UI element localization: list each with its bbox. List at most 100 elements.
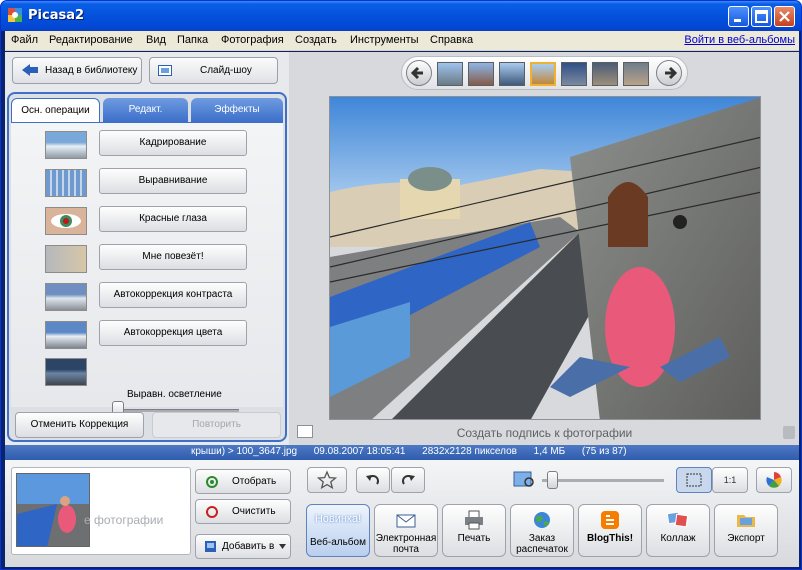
rooftop-photo-image — [330, 97, 760, 419]
menu-tools[interactable]: Инструменты — [350, 34, 419, 46]
status-text: крыши) > 100_3647.jpg 09.08.2007 18:05:4… — [191, 446, 627, 457]
fit-to-window-button[interactable] — [676, 467, 712, 493]
menu-picture[interactable]: Фотография — [221, 34, 284, 46]
undo-fix-button[interactable]: Отменить Коррекция — [15, 412, 144, 438]
menu-file[interactable]: Файл — [11, 34, 38, 46]
fill-light-label: Выравн. осветление — [127, 389, 222, 400]
slideshow-button[interactable]: Слайд-шоу — [149, 57, 278, 84]
menu-create[interactable]: Создать — [295, 34, 337, 46]
menu-folder[interactable]: Папка — [177, 34, 208, 46]
filmstrip-thumb[interactable] — [437, 62, 463, 86]
email-button[interactable]: Электронная почта — [374, 504, 438, 557]
filmstrip-thumb[interactable] — [499, 62, 525, 86]
green-circle-icon — [206, 476, 218, 488]
close-button[interactable] — [774, 6, 795, 27]
email-icon — [396, 514, 416, 528]
filmstrip-thumb[interactable] — [592, 62, 618, 86]
filmstrip-thumb[interactable] — [468, 62, 494, 86]
rotate-left-icon — [366, 475, 379, 485]
main-photo[interactable] — [329, 96, 761, 420]
tab-tuning[interactable]: Редакт. — [103, 98, 188, 122]
crop-thumbnail — [45, 131, 87, 159]
photo-tray: е фотографии Отобрать Очистить Добавить … — [5, 460, 799, 567]
auto-color-thumbnail — [45, 321, 87, 349]
menu-help[interactable]: Справка — [430, 34, 473, 46]
photo-tray-preview: е фотографии — [11, 467, 191, 555]
redo-button[interactable]: Повторить — [152, 412, 281, 438]
tab-effects[interactable]: Эффекты — [191, 98, 283, 122]
add-to-label: Добавить в — [222, 541, 275, 552]
picasa-app-icon — [8, 8, 22, 22]
photo-viewer: Создать подпись к фотографии — [290, 52, 799, 445]
clear-button[interactable]: Очистить — [195, 499, 291, 524]
star-icon — [316, 470, 338, 490]
minimize-icon — [734, 19, 741, 22]
filmstrip-thumb-selected[interactable] — [530, 62, 556, 86]
back-arrow-icon — [22, 64, 38, 76]
print-button[interactable]: Печать — [442, 504, 506, 557]
rotate-left-button[interactable] — [356, 467, 390, 493]
menu-view[interactable]: Вид — [146, 34, 166, 46]
tab-basic-fixes[interactable]: Осн. операции — [11, 98, 100, 122]
straighten-thumbnail — [45, 169, 87, 197]
filmstrip-thumb[interactable] — [561, 62, 587, 86]
print-label: Печать — [457, 533, 491, 544]
straighten-button[interactable]: Выравнивание — [99, 168, 247, 194]
export-button[interactable]: Экспорт — [714, 504, 778, 557]
rotate-right-button[interactable] — [391, 467, 425, 493]
im-feeling-lucky-button[interactable]: Мне повезёт! — [99, 244, 247, 270]
filmstrip — [401, 56, 688, 90]
tray-caption: е фотографии — [84, 513, 164, 527]
new-badge: Новинка! — [314, 513, 362, 525]
auto-contrast-thumbnail — [45, 283, 87, 311]
email-label: Электронная почта — [375, 533, 437, 555]
menu-edit[interactable]: Редактирование — [49, 34, 133, 46]
back-to-library-button[interactable]: Назад в библиотеку — [12, 57, 142, 84]
slideshow-icon — [158, 65, 172, 76]
basic-fixes-body: Кадрирование Выравнивание Красные глаза … — [11, 122, 283, 419]
maximize-button[interactable] — [751, 6, 772, 27]
star-button[interactable] — [307, 467, 347, 493]
minimize-button[interactable] — [728, 6, 749, 27]
actual-size-button[interactable]: 1:1 — [712, 467, 748, 493]
zoom-slider[interactable] — [542, 479, 664, 482]
printer-icon — [465, 510, 483, 530]
red-eye-button[interactable]: Красные глаза — [99, 206, 247, 232]
edit-panel: Назад в библиотеку Слайд-шоу Осн. операц… — [5, 52, 289, 445]
auto-contrast-button[interactable]: Автокоррекция контраста — [99, 282, 247, 308]
next-photo-button[interactable] — [656, 60, 682, 86]
tray-photo-image — [17, 474, 89, 546]
auto-color-button[interactable]: Автокоррекция цвета — [99, 320, 247, 346]
collage-label: Коллаж — [660, 533, 696, 544]
rotate-right-icon — [402, 475, 415, 485]
arrow-left-icon — [410, 66, 423, 80]
filmstrip-thumb[interactable] — [623, 62, 649, 86]
web-albums-link[interactable]: Войти в веб-альбомы — [684, 34, 795, 46]
maximize-icon — [755, 10, 768, 23]
caption-placeholder[interactable]: Создать подпись к фотографии — [290, 426, 799, 440]
add-to-button[interactable]: Добавить в — [195, 534, 291, 559]
hold-button[interactable]: Отобрать — [195, 469, 291, 494]
globe-icon — [534, 512, 550, 528]
color-wheel-button[interactable] — [756, 467, 792, 493]
collage-icon — [667, 511, 689, 528]
blogthis-button[interactable]: BlogThis! — [578, 504, 642, 557]
crop-button[interactable]: Кадрирование — [99, 130, 247, 156]
web-album-button[interactable]: Новинка! Веб-альбом — [306, 504, 370, 557]
zoom-photo-icon — [513, 471, 534, 487]
arrow-right-icon — [665, 66, 678, 80]
blogthis-label: BlogThis! — [586, 533, 634, 544]
red-circle-icon — [206, 506, 218, 518]
album-icon — [205, 541, 216, 552]
web-album-label: Веб-альбом — [310, 537, 366, 548]
trash-icon[interactable] — [783, 426, 795, 439]
hold-label: Отобрать — [232, 476, 277, 487]
zoom-slider-handle[interactable] — [547, 471, 558, 489]
eye-icon — [51, 214, 81, 228]
collage-button[interactable]: Коллаж — [646, 504, 710, 557]
tray-photo-thumbnail[interactable] — [16, 473, 90, 547]
order-prints-button[interactable]: Заказ распечаток — [510, 504, 574, 557]
previous-photo-button[interactable] — [406, 60, 432, 86]
close-icon — [779, 11, 790, 22]
menu-bar: Файл Редактирование Вид Папка Фотография… — [5, 31, 799, 51]
